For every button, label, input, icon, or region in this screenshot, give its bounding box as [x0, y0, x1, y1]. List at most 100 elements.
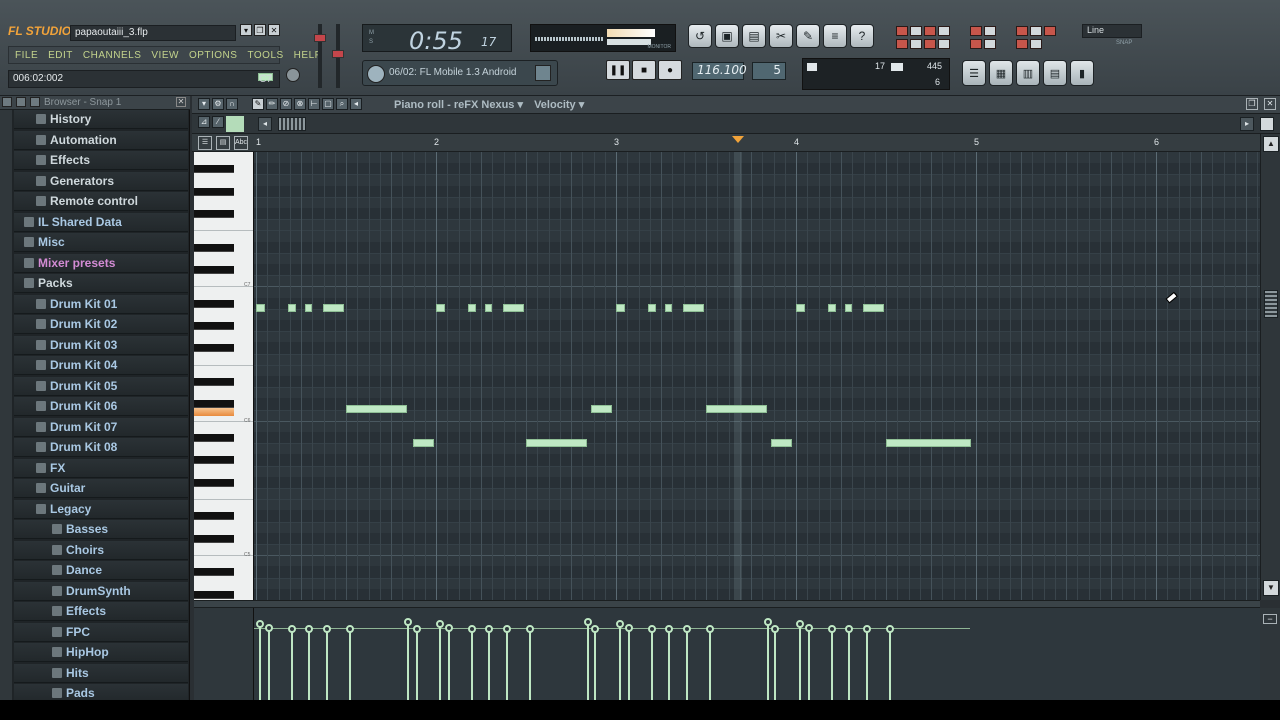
browser-item[interactable]: Drum Kit 02 [14, 315, 188, 334]
scroll-right-icon[interactable]: ▸ [1240, 117, 1254, 131]
browser-item[interactable]: Remote control [14, 192, 188, 211]
note[interactable] [862, 304, 885, 312]
event-splitter[interactable] [194, 600, 1260, 608]
toggle-15[interactable] [984, 39, 996, 49]
velocity-handle[interactable] [828, 625, 837, 634]
velocity-handle[interactable] [256, 619, 264, 628]
note-grid[interactable] [254, 152, 1260, 600]
note[interactable] [828, 304, 836, 312]
black-key[interactable] [194, 534, 234, 543]
delete-icon[interactable]: ⊘ [280, 98, 292, 110]
note[interactable] [664, 304, 672, 312]
black-key[interactable] [194, 456, 234, 465]
browser-view-icon[interactable] [30, 97, 40, 107]
note[interactable] [436, 304, 445, 312]
browser-item[interactable]: Generators [14, 171, 188, 191]
help-icon[interactable]: ? [850, 24, 874, 48]
black-key[interactable] [194, 322, 234, 330]
browser-item[interactable]: HipHop [14, 643, 188, 662]
zoom-icon[interactable]: ⌕ [336, 98, 348, 110]
black-key[interactable] [194, 512, 234, 521]
pitch-knob[interactable] [286, 68, 300, 82]
notes-icon[interactable]: ≡ [823, 24, 847, 48]
horizontal-scroll-thumb[interactable] [278, 117, 306, 131]
close-icon[interactable]: ✕ [268, 24, 280, 36]
master-volume-handle[interactable] [314, 34, 326, 42]
toggle-12[interactable] [924, 39, 936, 49]
pencil-icon[interactable]: ✎ [252, 98, 264, 110]
browser-item[interactable]: Drum Kit 01 [14, 294, 188, 314]
piano-roll-icon[interactable]: ▥ [1016, 60, 1040, 86]
cut-icon[interactable]: ✂ [769, 24, 793, 48]
song-time-display[interactable]: MS 0:55 17 [362, 24, 512, 55]
velocity-editor[interactable] [254, 608, 1260, 700]
velocity-handle[interactable] [625, 624, 633, 633]
toggle-3[interactable] [924, 26, 936, 36]
note[interactable] [886, 439, 971, 447]
note[interactable] [682, 304, 705, 312]
browser-item[interactable]: Effects [14, 602, 188, 621]
pr-close-icon[interactable]: ✕ [1264, 98, 1276, 110]
browser-item[interactable]: FPC [14, 622, 188, 642]
save-icon[interactable]: ▣ [715, 24, 739, 48]
toggle-5[interactable] [970, 26, 982, 36]
velocity-stem[interactable] [593, 629, 596, 700]
velocity-handle[interactable] [346, 625, 354, 634]
black-key[interactable] [194, 266, 234, 274]
toggle-4[interactable] [938, 26, 950, 36]
velocity-stem[interactable] [325, 629, 328, 700]
velocity-handle[interactable] [436, 619, 444, 628]
note[interactable] [770, 439, 793, 447]
note[interactable] [796, 304, 805, 312]
browser-item[interactable]: Guitar [14, 479, 188, 498]
velocity-stem[interactable] [505, 629, 508, 700]
browser-item[interactable]: Legacy [14, 499, 188, 519]
toggle-17[interactable] [1030, 39, 1042, 49]
toggle-16[interactable] [1016, 39, 1028, 49]
velocity-stem[interactable] [651, 629, 654, 700]
velocity-handle[interactable] [583, 617, 592, 626]
browser-item[interactable]: Automation [14, 130, 188, 150]
stamp-icon[interactable]: ⊿ [198, 116, 210, 128]
browser-item[interactable]: Packs [14, 274, 188, 293]
velocity-handle[interactable] [403, 617, 412, 626]
menu-file[interactable]: FILE [15, 50, 38, 61]
velocity-handle[interactable] [844, 625, 853, 634]
menu-edit[interactable]: EDIT [48, 50, 73, 61]
velocity-handle[interactable] [763, 617, 772, 626]
black-key[interactable] [194, 590, 234, 599]
velocity-stem[interactable] [415, 629, 418, 700]
browser-menu-icon[interactable] [2, 97, 12, 107]
note[interactable] [526, 439, 588, 447]
velocity-stem[interactable] [586, 621, 589, 700]
velocity-stem[interactable] [619, 623, 621, 700]
velocity-stem[interactable] [349, 629, 351, 700]
toggle-9[interactable] [1044, 26, 1056, 36]
velocity-handle[interactable] [445, 624, 453, 633]
browser-item[interactable]: Drum Kit 04 [14, 356, 188, 375]
scroll-down-icon[interactable]: ▼ [1263, 580, 1279, 596]
toggle-2[interactable] [910, 26, 922, 36]
velocity-stem[interactable] [439, 623, 441, 700]
zoom-overview[interactable] [226, 116, 244, 132]
speaker-icon[interactable]: ◂ [350, 98, 362, 110]
browser-folder-icon[interactable] [16, 97, 26, 107]
browser-icon[interactable]: ▤ [1043, 60, 1067, 86]
slice-icon[interactable]: ⊢ [308, 98, 320, 110]
browser-item[interactable]: Dance [14, 561, 188, 580]
velocity-handle[interactable] [526, 625, 534, 634]
menu-tools[interactable]: TOOLS [247, 50, 283, 61]
browser-item[interactable]: DrumSynth [14, 581, 188, 601]
velocity-collapse-icon[interactable]: − [1263, 614, 1277, 624]
black-key[interactable] [194, 344, 234, 353]
velocity-handle[interactable] [265, 624, 273, 633]
browser-item[interactable]: Drum Kit 08 [14, 438, 188, 457]
velocity-stem[interactable] [268, 628, 270, 700]
velocity-stem[interactable] [831, 629, 834, 700]
velocity-handle[interactable] [805, 624, 813, 633]
browser-item[interactable]: Mixer presets [14, 253, 188, 273]
keyboard-icon[interactable]: ☰ [198, 136, 212, 150]
velocity-stem[interactable] [667, 629, 670, 700]
step-sequencer-icon[interactable]: ▦ [989, 60, 1013, 86]
menu-options[interactable]: OPTIONS [189, 50, 238, 61]
